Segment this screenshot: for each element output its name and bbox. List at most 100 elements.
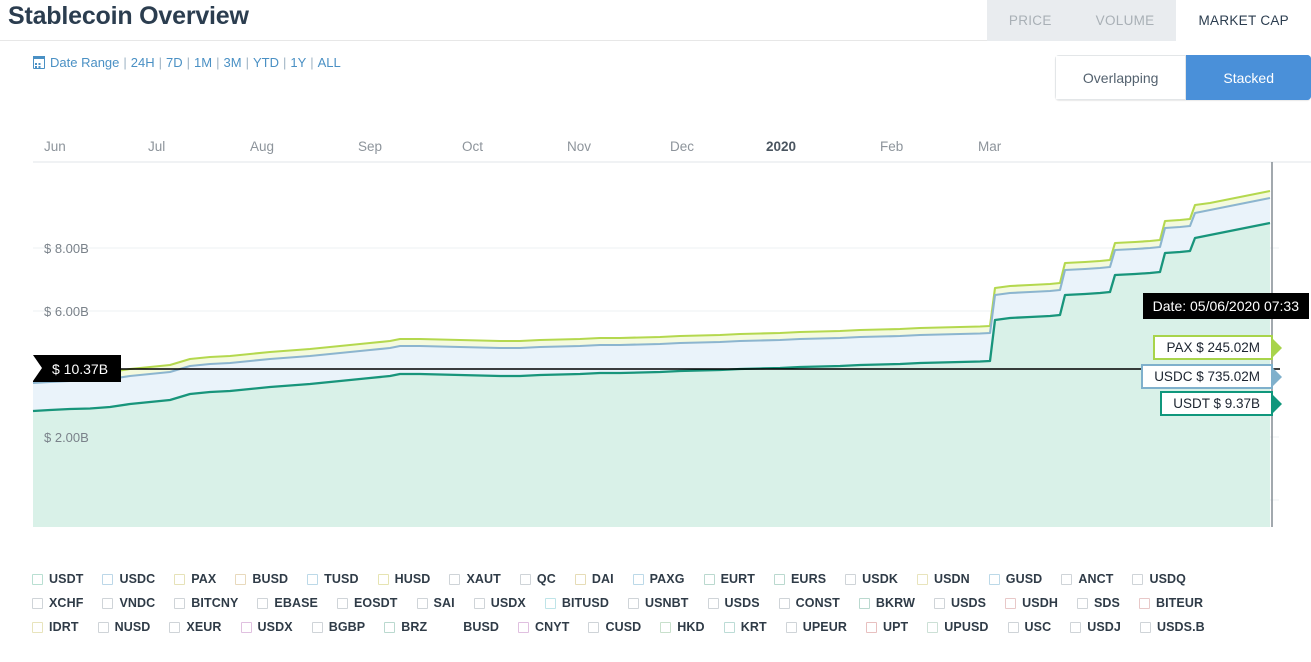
range-ytd[interactable]: YTD [253,55,279,70]
legend-item-paxg[interactable]: PAXG [632,572,685,586]
legend-checkbox-usdj[interactable] [1070,621,1082,633]
legend-item-xaut[interactable]: XAUT [449,572,501,586]
legend-item-usdt[interactable]: USDT [32,572,83,586]
legend-item-usds-b[interactable]: USDS.B [1139,620,1205,634]
legend-checkbox-usdc[interactable] [102,573,114,585]
legend-item-vndc[interactable]: VNDC [102,596,155,610]
legend-checkbox-tusd[interactable] [307,573,319,585]
tab-market-cap[interactable]: MARKET CAP [1176,0,1311,41]
legend-item-usdx[interactable]: USDX [240,620,293,634]
legend-checkbox-biteur[interactable] [1138,597,1150,609]
legend-item-anct[interactable]: ANCT [1061,572,1113,586]
legend-item-eurs[interactable]: EURS [774,572,826,586]
legend-item-dai[interactable]: DAI [574,572,614,586]
legend-checkbox-eurs[interactable] [774,573,785,585]
legend-checkbox-bkrw[interactable] [858,597,870,609]
stacked-button[interactable]: Stacked [1186,55,1311,100]
tab-price[interactable]: PRICE [986,0,1074,41]
legend-checkbox-busd[interactable] [446,621,458,633]
legend-checkbox-sds[interactable] [1076,597,1088,609]
legend-checkbox-usnbt[interactable] [627,597,639,609]
legend-checkbox-cusd[interactable] [588,621,600,633]
legend-item-pax[interactable]: PAX [174,572,216,586]
legend-checkbox-usds-b[interactable] [1139,621,1151,633]
legend-checkbox-usdh[interactable] [1005,597,1017,609]
legend-item-cnyt[interactable]: CNYT [518,620,569,634]
legend-checkbox-bitusd[interactable] [544,597,556,609]
legend-checkbox-husd[interactable] [377,573,389,585]
legend-item-bitusd[interactable]: BITUSD [544,596,609,610]
legend-item-eosdt[interactable]: EOSDT [336,596,398,610]
legend-item-usdq[interactable]: USDQ [1132,572,1186,586]
legend-item-upeur[interactable]: UPEUR [785,620,847,634]
legend-item-usds[interactable]: USDS [933,596,986,610]
legend-item-hkd[interactable]: HKD [660,620,705,634]
legend-checkbox-dai[interactable] [574,573,586,585]
legend-checkbox-cnyt[interactable] [518,621,530,633]
legend-checkbox-usc[interactable] [1007,621,1019,633]
legend-item-sai[interactable]: SAI [416,596,455,610]
legend-checkbox-usdx[interactable] [473,597,485,609]
legend-checkbox-usdn[interactable] [916,573,928,585]
legend-item-usdh[interactable]: USDH [1005,596,1058,610]
legend-checkbox-krt[interactable] [723,621,735,633]
legend-item-sds[interactable]: SDS [1076,596,1120,610]
legend-checkbox-eurt[interactable] [703,573,715,585]
legend-checkbox-hkd[interactable] [660,621,672,633]
legend-checkbox-bgbp[interactable] [311,621,323,633]
legend-checkbox-gusd[interactable] [988,573,1000,585]
market-cap-chart[interactable]: Jun Jul Aug Sep Oct Nov Dec 2020 Feb Mar [0,133,1311,563]
legend-item-nusd[interactable]: NUSD [97,620,151,634]
range-all[interactable]: ALL [318,55,341,70]
legend-item-bgbp[interactable]: BGBP [311,620,366,634]
legend-checkbox-paxg[interactable] [632,573,644,585]
legend-item-usdk[interactable]: USDK [845,572,898,586]
range-3m[interactable]: 3M [224,55,242,70]
date-range-label[interactable]: Date Range [50,55,119,70]
legend-item-bkrw[interactable]: BKRW [858,596,915,610]
legend-checkbox-upt[interactable] [865,621,877,633]
legend-item-tusd[interactable]: TUSD [307,572,359,586]
overlapping-button[interactable]: Overlapping [1054,55,1187,100]
legend-item-bitcny[interactable]: BITCNY [174,596,238,610]
legend-checkbox-brz[interactable] [384,621,396,633]
legend-item-husd[interactable]: HUSD [377,572,431,586]
legend-item-xeur[interactable]: XEUR [169,620,221,634]
legend-checkbox-pax[interactable] [174,573,186,585]
legend-item-usc[interactable]: USC [1007,620,1052,634]
legend-checkbox-xchf[interactable] [32,597,43,609]
legend-item-upt[interactable]: UPT [865,620,908,634]
legend-checkbox-xeur[interactable] [169,621,181,633]
legend-checkbox-const[interactable] [778,597,790,609]
legend-checkbox-sai[interactable] [416,597,428,609]
legend-item-idrt[interactable]: IDRT [32,620,79,634]
legend-checkbox-usdt[interactable] [32,573,43,585]
tab-volume[interactable]: VOLUME [1073,0,1177,41]
range-7d[interactable]: 7D [166,55,183,70]
legend-checkbox-nusd[interactable] [97,621,109,633]
legend-checkbox-anct[interactable] [1061,573,1073,585]
legend-item-busd[interactable]: BUSD [446,620,499,634]
legend-item-const[interactable]: CONST [778,596,840,610]
legend-checkbox-xaut[interactable] [449,573,461,585]
legend-checkbox-usdq[interactable] [1132,573,1144,585]
legend-item-krt[interactable]: KRT [723,620,767,634]
legend-checkbox-upusd[interactable] [927,621,939,633]
legend-checkbox-eosdt[interactable] [336,597,348,609]
legend-item-biteur[interactable]: BITEUR [1138,596,1203,610]
legend-item-eurt[interactable]: EURT [703,572,755,586]
legend-item-upusd[interactable]: UPUSD [927,620,988,634]
legend-checkbox-vndc[interactable] [102,597,114,609]
range-24h[interactable]: 24H [131,55,155,70]
legend-checkbox-idrt[interactable] [32,621,43,633]
legend-checkbox-ebase[interactable] [257,597,269,609]
legend-item-ebase[interactable]: EBASE [257,596,318,610]
legend-checkbox-upeur[interactable] [785,621,797,633]
legend-checkbox-qc[interactable] [519,573,531,585]
chart-plot-area[interactable] [0,133,1311,563]
legend-item-usdn[interactable]: USDN [916,572,970,586]
legend-checkbox-usdx[interactable] [240,621,252,633]
legend-item-busd[interactable]: BUSD [235,572,288,586]
legend-item-usds[interactable]: USDS [707,596,760,610]
legend-item-xchf[interactable]: XCHF [32,596,83,610]
